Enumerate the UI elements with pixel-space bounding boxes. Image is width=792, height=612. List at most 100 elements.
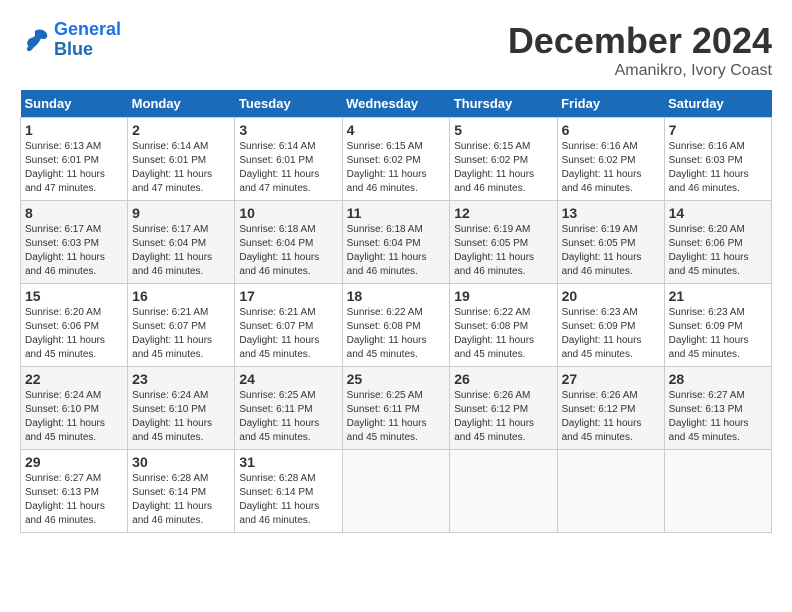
calendar-cell: 26 Sunrise: 6:26 AMSunset: 6:12 PMDaylig… xyxy=(450,367,557,450)
calendar-cell: 16 Sunrise: 6:21 AMSunset: 6:07 PMDaylig… xyxy=(128,284,235,367)
day-number: 16 xyxy=(132,288,230,304)
day-info: Sunrise: 6:28 AMSunset: 6:14 PMDaylight:… xyxy=(239,473,319,526)
calendar-cell: 14 Sunrise: 6:20 AMSunset: 6:06 PMDaylig… xyxy=(664,201,771,284)
col-monday: Monday xyxy=(128,90,235,118)
day-info: Sunrise: 6:15 AMSunset: 6:02 PMDaylight:… xyxy=(347,141,427,194)
day-info: Sunrise: 6:24 AMSunset: 6:10 PMDaylight:… xyxy=(132,390,212,443)
day-info: Sunrise: 6:26 AMSunset: 6:12 PMDaylight:… xyxy=(454,390,534,443)
col-friday: Friday xyxy=(557,90,664,118)
calendar-cell: 7 Sunrise: 6:16 AMSunset: 6:03 PMDayligh… xyxy=(664,118,771,201)
day-number: 24 xyxy=(239,371,337,387)
month-title: December 2024 xyxy=(508,20,772,62)
calendar-cell: 31 Sunrise: 6:28 AMSunset: 6:14 PMDaylig… xyxy=(235,450,342,533)
day-number: 3 xyxy=(239,122,337,138)
day-number: 19 xyxy=(454,288,552,304)
day-info: Sunrise: 6:28 AMSunset: 6:14 PMDaylight:… xyxy=(132,473,212,526)
calendar-cell: 11 Sunrise: 6:18 AMSunset: 6:04 PMDaylig… xyxy=(342,201,450,284)
day-info: Sunrise: 6:26 AMSunset: 6:12 PMDaylight:… xyxy=(562,390,642,443)
day-number: 26 xyxy=(454,371,552,387)
calendar-table: Sunday Monday Tuesday Wednesday Thursday… xyxy=(20,90,772,533)
day-number: 8 xyxy=(25,205,123,221)
day-info: Sunrise: 6:23 AMSunset: 6:09 PMDaylight:… xyxy=(562,307,642,360)
day-info: Sunrise: 6:18 AMSunset: 6:04 PMDaylight:… xyxy=(347,224,427,277)
calendar-cell: 1 Sunrise: 6:13 AMSunset: 6:01 PMDayligh… xyxy=(21,118,128,201)
calendar-cell: 17 Sunrise: 6:21 AMSunset: 6:07 PMDaylig… xyxy=(235,284,342,367)
day-info: Sunrise: 6:16 AMSunset: 6:03 PMDaylight:… xyxy=(669,141,749,194)
calendar-cell: 8 Sunrise: 6:17 AMSunset: 6:03 PMDayligh… xyxy=(21,201,128,284)
day-number: 6 xyxy=(562,122,660,138)
calendar-cell: 3 Sunrise: 6:14 AMSunset: 6:01 PMDayligh… xyxy=(235,118,342,201)
day-number: 1 xyxy=(25,122,123,138)
day-number: 20 xyxy=(562,288,660,304)
calendar-cell: 6 Sunrise: 6:16 AMSunset: 6:02 PMDayligh… xyxy=(557,118,664,201)
day-number: 22 xyxy=(25,371,123,387)
day-info: Sunrise: 6:18 AMSunset: 6:04 PMDaylight:… xyxy=(239,224,319,277)
day-info: Sunrise: 6:21 AMSunset: 6:07 PMDaylight:… xyxy=(239,307,319,360)
day-info: Sunrise: 6:22 AMSunset: 6:08 PMDaylight:… xyxy=(347,307,427,360)
day-info: Sunrise: 6:24 AMSunset: 6:10 PMDaylight:… xyxy=(25,390,105,443)
calendar-row: 22 Sunrise: 6:24 AMSunset: 6:10 PMDaylig… xyxy=(21,367,772,450)
day-number: 12 xyxy=(454,205,552,221)
calendar-cell: 4 Sunrise: 6:15 AMSunset: 6:02 PMDayligh… xyxy=(342,118,450,201)
day-number: 5 xyxy=(454,122,552,138)
day-info: Sunrise: 6:14 AMSunset: 6:01 PMDaylight:… xyxy=(132,141,212,194)
calendar-cell: 23 Sunrise: 6:24 AMSunset: 6:10 PMDaylig… xyxy=(128,367,235,450)
calendar-cell: 29 Sunrise: 6:27 AMSunset: 6:13 PMDaylig… xyxy=(21,450,128,533)
day-number: 25 xyxy=(347,371,446,387)
calendar-cell: 12 Sunrise: 6:19 AMSunset: 6:05 PMDaylig… xyxy=(450,201,557,284)
col-tuesday: Tuesday xyxy=(235,90,342,118)
day-number: 27 xyxy=(562,371,660,387)
col-thursday: Thursday xyxy=(450,90,557,118)
calendar-row: 8 Sunrise: 6:17 AMSunset: 6:03 PMDayligh… xyxy=(21,201,772,284)
day-info: Sunrise: 6:13 AMSunset: 6:01 PMDaylight:… xyxy=(25,141,105,194)
calendar-row: 15 Sunrise: 6:20 AMSunset: 6:06 PMDaylig… xyxy=(21,284,772,367)
day-info: Sunrise: 6:17 AMSunset: 6:03 PMDaylight:… xyxy=(25,224,105,277)
day-number: 21 xyxy=(669,288,767,304)
day-info: Sunrise: 6:19 AMSunset: 6:05 PMDaylight:… xyxy=(454,224,534,277)
day-info: Sunrise: 6:20 AMSunset: 6:06 PMDaylight:… xyxy=(669,224,749,277)
calendar-cell: 10 Sunrise: 6:18 AMSunset: 6:04 PMDaylig… xyxy=(235,201,342,284)
day-number: 23 xyxy=(132,371,230,387)
calendar-cell: 22 Sunrise: 6:24 AMSunset: 6:10 PMDaylig… xyxy=(21,367,128,450)
calendar-cell: 21 Sunrise: 6:23 AMSunset: 6:09 PMDaylig… xyxy=(664,284,771,367)
calendar-cell: 20 Sunrise: 6:23 AMSunset: 6:09 PMDaylig… xyxy=(557,284,664,367)
logo-text: General Blue xyxy=(54,20,121,60)
day-number: 28 xyxy=(669,371,767,387)
day-info: Sunrise: 6:14 AMSunset: 6:01 PMDaylight:… xyxy=(239,141,319,194)
day-info: Sunrise: 6:25 AMSunset: 6:11 PMDaylight:… xyxy=(347,390,427,443)
calendar-cell: 9 Sunrise: 6:17 AMSunset: 6:04 PMDayligh… xyxy=(128,201,235,284)
calendar-cell: 18 Sunrise: 6:22 AMSunset: 6:08 PMDaylig… xyxy=(342,284,450,367)
day-number: 18 xyxy=(347,288,446,304)
day-number: 15 xyxy=(25,288,123,304)
calendar-cell xyxy=(664,450,771,533)
day-number: 9 xyxy=(132,205,230,221)
day-number: 17 xyxy=(239,288,337,304)
day-number: 11 xyxy=(347,205,446,221)
calendar-cell: 24 Sunrise: 6:25 AMSunset: 6:11 PMDaylig… xyxy=(235,367,342,450)
calendar-cell: 2 Sunrise: 6:14 AMSunset: 6:01 PMDayligh… xyxy=(128,118,235,201)
day-info: Sunrise: 6:27 AMSunset: 6:13 PMDaylight:… xyxy=(669,390,749,443)
calendar-cell: 15 Sunrise: 6:20 AMSunset: 6:06 PMDaylig… xyxy=(21,284,128,367)
day-number: 7 xyxy=(669,122,767,138)
calendar-header-row: Sunday Monday Tuesday Wednesday Thursday… xyxy=(21,90,772,118)
calendar-cell: 19 Sunrise: 6:22 AMSunset: 6:08 PMDaylig… xyxy=(450,284,557,367)
day-info: Sunrise: 6:23 AMSunset: 6:09 PMDaylight:… xyxy=(669,307,749,360)
col-wednesday: Wednesday xyxy=(342,90,450,118)
day-info: Sunrise: 6:17 AMSunset: 6:04 PMDaylight:… xyxy=(132,224,212,277)
calendar-cell xyxy=(557,450,664,533)
calendar-cell: 13 Sunrise: 6:19 AMSunset: 6:05 PMDaylig… xyxy=(557,201,664,284)
day-info: Sunrise: 6:27 AMSunset: 6:13 PMDaylight:… xyxy=(25,473,105,526)
day-number: 2 xyxy=(132,122,230,138)
day-number: 30 xyxy=(132,454,230,470)
day-info: Sunrise: 6:19 AMSunset: 6:05 PMDaylight:… xyxy=(562,224,642,277)
header: General Blue December 2024 Amanikro, Ivo… xyxy=(20,20,772,80)
day-info: Sunrise: 6:15 AMSunset: 6:02 PMDaylight:… xyxy=(454,141,534,194)
day-number: 14 xyxy=(669,205,767,221)
calendar-row: 29 Sunrise: 6:27 AMSunset: 6:13 PMDaylig… xyxy=(21,450,772,533)
calendar-row: 1 Sunrise: 6:13 AMSunset: 6:01 PMDayligh… xyxy=(21,118,772,201)
col-sunday: Sunday xyxy=(21,90,128,118)
col-saturday: Saturday xyxy=(664,90,771,118)
location-subtitle: Amanikro, Ivory Coast xyxy=(508,62,772,80)
title-area: December 2024 Amanikro, Ivory Coast xyxy=(508,20,772,80)
calendar-cell xyxy=(450,450,557,533)
